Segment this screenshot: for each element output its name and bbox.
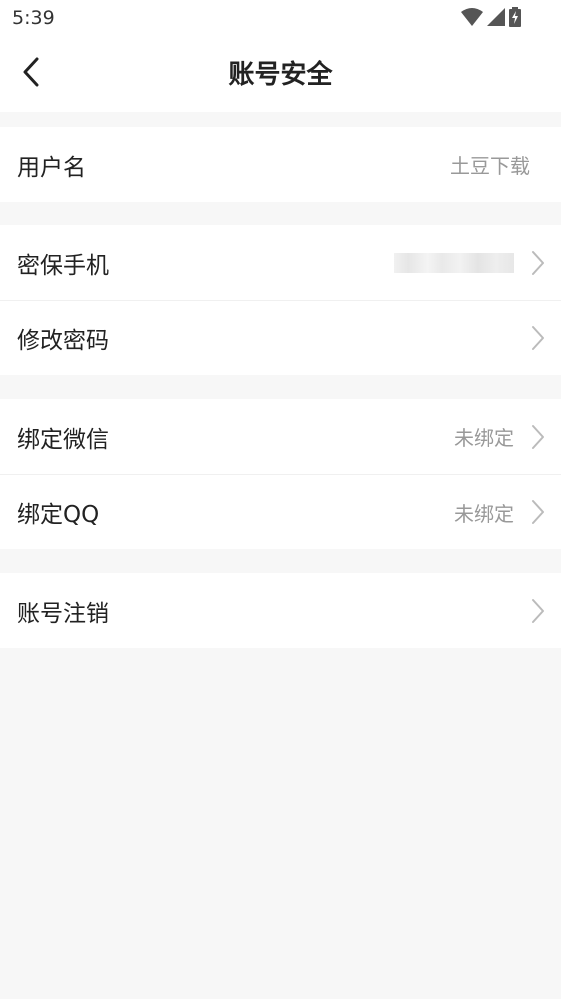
nav-bar: 账号安全 [0,38,561,112]
row-label: 密保手机 [17,252,109,279]
row-change-password[interactable]: 修改密码 [0,300,561,375]
username-value: 土豆下载 [450,154,530,178]
chevron-right-icon [531,598,545,624]
chevron-right-icon [531,424,545,450]
phone-value-blurred [394,252,514,273]
wifi-icon [461,8,483,30]
row-label: 修改密码 [17,328,109,354]
row-bind-wechat[interactable]: 绑定微信 未绑定 [0,399,561,474]
page-title: 账号安全 [228,60,333,90]
settings-group-deactivate: 账号注销 [0,573,561,648]
section-gap [0,202,561,225]
section-gap [0,549,561,573]
chevron-right-icon [531,499,545,525]
section-gap [0,112,561,127]
status-bar: 5:39 [0,0,561,38]
settings-group-security: 密保手机 修改密码 [0,225,561,375]
row-deactivate-account[interactable]: 账号注销 [0,573,561,648]
chevron-right-icon [531,250,545,276]
row-label: 绑定QQ [17,502,100,528]
section-gap [0,375,561,399]
qq-status-value: 未绑定 [454,501,514,526]
row-bind-qq[interactable]: 绑定QQ 未绑定 [0,474,561,549]
chevron-right-icon [531,325,545,351]
row-label: 绑定微信 [17,426,109,453]
wechat-status-value: 未绑定 [454,426,514,450]
settings-group-binding: 绑定微信 未绑定 绑定QQ 未绑定 [0,399,561,549]
settings-group-account: 用户名 土豆下载 [0,127,561,202]
status-time: 5:39 [12,7,55,29]
row-label: 用户名 [17,154,86,181]
battery-charging-icon [509,7,521,31]
row-label: 账号注销 [17,600,109,627]
row-security-phone[interactable]: 密保手机 [0,225,561,300]
signal-icon [487,8,505,30]
row-username: 用户名 土豆下载 [0,127,561,202]
status-icons [461,7,521,31]
